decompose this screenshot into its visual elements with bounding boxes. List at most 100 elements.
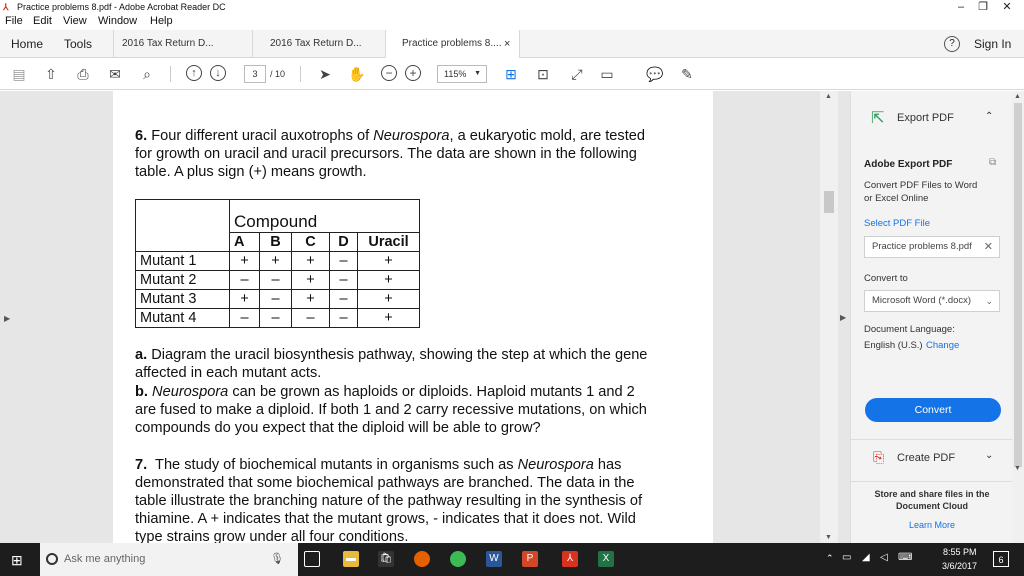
zoom-value: 115% bbox=[444, 69, 467, 79]
word-icon[interactable]: W bbox=[486, 551, 502, 567]
create-pdf-icon: ⎘ bbox=[873, 449, 885, 465]
chevron-down-icon[interactable]: ⌄ bbox=[985, 450, 993, 461]
save-icon[interactable]: ▤ bbox=[10, 65, 28, 83]
select-pdf-link[interactable]: Select PDF File bbox=[864, 218, 930, 229]
excel-icon[interactable]: X bbox=[598, 551, 614, 567]
battery-icon[interactable]: ▭ bbox=[842, 552, 851, 563]
learn-more-link[interactable]: Learn More bbox=[851, 520, 1013, 530]
export-pdf-icon: ⇱ bbox=[871, 110, 885, 127]
toolbar: ▤ ⇧ ⎙ ✉ ⌕ ↑ ↓ 3 / 10 ➤ ✋ − + 115% ▼ ⊞ ⊡ ⤢… bbox=[0, 58, 1024, 90]
hand-tool-icon[interactable]: ✋ bbox=[348, 65, 366, 83]
scroll-up-icon[interactable]: ▲ bbox=[1014, 93, 1021, 100]
menu-edit[interactable]: Edit bbox=[33, 15, 52, 27]
full-screen-icon[interactable]: ⤢ bbox=[568, 65, 586, 83]
q6-number: 6. bbox=[135, 128, 148, 144]
question-6a: a. Diagram the uracil biosynthesis pathw… bbox=[135, 346, 647, 382]
right-panel-toggle-icon[interactable]: ▶ bbox=[840, 313, 846, 322]
firefox-icon[interactable] bbox=[414, 551, 430, 567]
adobe-export-heading: Adobe Export PDF bbox=[864, 159, 953, 170]
q7-line: The study of biochemical mutants in orga… bbox=[155, 457, 518, 473]
scroll-down-icon[interactable]: ▼ bbox=[1014, 465, 1021, 472]
chrome-icon[interactable] bbox=[450, 551, 466, 567]
acrobat-app-icon: ⅄ bbox=[3, 2, 9, 12]
table-cell: – bbox=[329, 251, 358, 271]
help-icon[interactable]: ? bbox=[944, 36, 960, 52]
scroll-down-icon[interactable]: ▼ bbox=[825, 534, 832, 541]
copy-icon[interactable]: ⧉ bbox=[989, 157, 996, 168]
reading-mode-icon[interactable]: ▭ bbox=[598, 65, 616, 83]
zoom-out-icon[interactable]: − bbox=[381, 65, 397, 81]
chevron-down-icon: ⌄ bbox=[985, 296, 993, 306]
comment-icon[interactable]: 💬 bbox=[646, 65, 664, 83]
tools-tab[interactable]: Tools bbox=[64, 30, 92, 58]
search-icon[interactable]: ⌕ bbox=[138, 65, 156, 83]
menu-view[interactable]: View bbox=[63, 15, 87, 27]
store-icon[interactable]: 🛍 bbox=[378, 551, 394, 567]
table-cell: + bbox=[357, 308, 420, 328]
tab-practice-problems[interactable]: Practice problems 8.... × bbox=[386, 30, 520, 59]
chevron-up-icon[interactable]: ⌃ bbox=[985, 111, 993, 122]
convert-button[interactable]: Convert bbox=[865, 398, 1001, 422]
previous-page-icon[interactable]: ↑ bbox=[186, 65, 202, 81]
cortana-search-box[interactable]: Ask me anything 🎙 bbox=[40, 543, 298, 576]
file-name: Practice problems 8.pdf bbox=[872, 241, 972, 252]
toolbar-divider bbox=[170, 66, 171, 82]
zoom-in-icon[interactable]: + bbox=[405, 65, 421, 81]
change-language-link[interactable]: Change bbox=[926, 340, 959, 351]
clock-date[interactable]: 3/6/2017 bbox=[942, 561, 977, 571]
microphone-icon[interactable]: 🎙 bbox=[270, 543, 284, 576]
scroll-up-icon[interactable]: ▲ bbox=[825, 93, 832, 100]
selected-file-field[interactable]: Practice problems 8.pdf ✕ bbox=[864, 236, 1000, 258]
close-window-button[interactable]: ✕ bbox=[990, 0, 1024, 14]
menu-window[interactable]: Window bbox=[98, 15, 137, 27]
create-pdf-title[interactable]: Create PDF bbox=[897, 452, 955, 464]
windows-taskbar: ⊞ Ask me anything 🎙 ▬ 🛍 W P ⅄ X ⌃ ▭ ◢ ◁ … bbox=[0, 543, 1024, 576]
next-page-icon[interactable]: ↓ bbox=[210, 65, 226, 81]
notification-center-icon[interactable]: 6 bbox=[993, 551, 1009, 567]
menu-help[interactable]: Help bbox=[150, 15, 173, 27]
clock-time[interactable]: 8:55 PM bbox=[943, 547, 977, 557]
acrobat-taskbar-icon[interactable]: ⅄ bbox=[562, 551, 578, 567]
scrollbar-thumb[interactable] bbox=[824, 191, 834, 213]
table-row: Mutant 1 + + + – + bbox=[135, 251, 420, 271]
upload-cloud-icon[interactable]: ⇧ bbox=[42, 65, 60, 83]
file-explorer-icon[interactable]: ▬ bbox=[343, 551, 359, 567]
format-select[interactable]: Microsoft Word (*.docx) ⌄ bbox=[864, 290, 1000, 312]
remove-file-icon[interactable]: ✕ bbox=[984, 237, 993, 257]
volume-icon[interactable]: ◁ bbox=[880, 552, 888, 563]
keyboard-icon[interactable]: ⌨ bbox=[898, 552, 912, 563]
wifi-icon[interactable]: ◢ bbox=[862, 552, 870, 563]
export-pdf-title[interactable]: Export PDF bbox=[897, 112, 954, 124]
zoom-select[interactable]: 115% ▼ bbox=[437, 65, 487, 83]
email-icon[interactable]: ✉ bbox=[106, 65, 124, 83]
document-scrollbar[interactable]: ▲ ▼ bbox=[820, 91, 838, 543]
menu-file[interactable]: File bbox=[5, 15, 23, 27]
document-language-label: Document Language: bbox=[864, 324, 955, 335]
chevron-up-icon[interactable]: ⌃ bbox=[826, 553, 834, 564]
tab-tax-return-1[interactable]: 2016 Tax Return D... bbox=[113, 30, 253, 58]
sign-in-link[interactable]: Sign In bbox=[974, 30, 1011, 58]
print-icon[interactable]: ⎙ bbox=[74, 65, 92, 83]
highlight-pen-icon[interactable]: ✎ bbox=[678, 65, 696, 83]
fit-page-icon[interactable]: ⊞ bbox=[502, 65, 520, 83]
close-tab-icon[interactable]: × bbox=[504, 30, 510, 58]
q6b-line: can be grown as haploids or diploids. Ha… bbox=[228, 384, 635, 400]
left-panel-toggle-icon[interactable]: ▶ bbox=[4, 314, 10, 323]
question-6: 6. Four different uracil auxotrophs of N… bbox=[135, 127, 645, 181]
scrollbar-thumb[interactable] bbox=[1014, 103, 1022, 467]
row-label: Mutant 1 bbox=[135, 251, 230, 271]
table-group-header: Compound bbox=[229, 199, 420, 233]
page-number-input[interactable]: 3 bbox=[244, 65, 266, 83]
tab-tax-return-2[interactable]: 2016 Tax Return D... bbox=[253, 30, 386, 58]
tab-label: 2016 Tax Return D... bbox=[270, 38, 362, 49]
select-cursor-icon[interactable]: ➤ bbox=[316, 65, 334, 83]
q6-italic: Neurospora bbox=[373, 128, 450, 144]
panel-divider bbox=[851, 439, 1013, 440]
windows-start-icon[interactable]: ⊞ bbox=[11, 552, 23, 569]
panel-scrollbar[interactable]: ▲ ▼ bbox=[1012, 91, 1024, 543]
task-view-icon[interactable] bbox=[304, 551, 320, 567]
rotate-view-icon[interactable]: ⊡ bbox=[534, 65, 552, 83]
q6-line: , a eukaryotic mold, are tested bbox=[449, 128, 646, 144]
powerpoint-icon[interactable]: P bbox=[522, 551, 538, 567]
home-tab[interactable]: Home bbox=[11, 30, 43, 58]
